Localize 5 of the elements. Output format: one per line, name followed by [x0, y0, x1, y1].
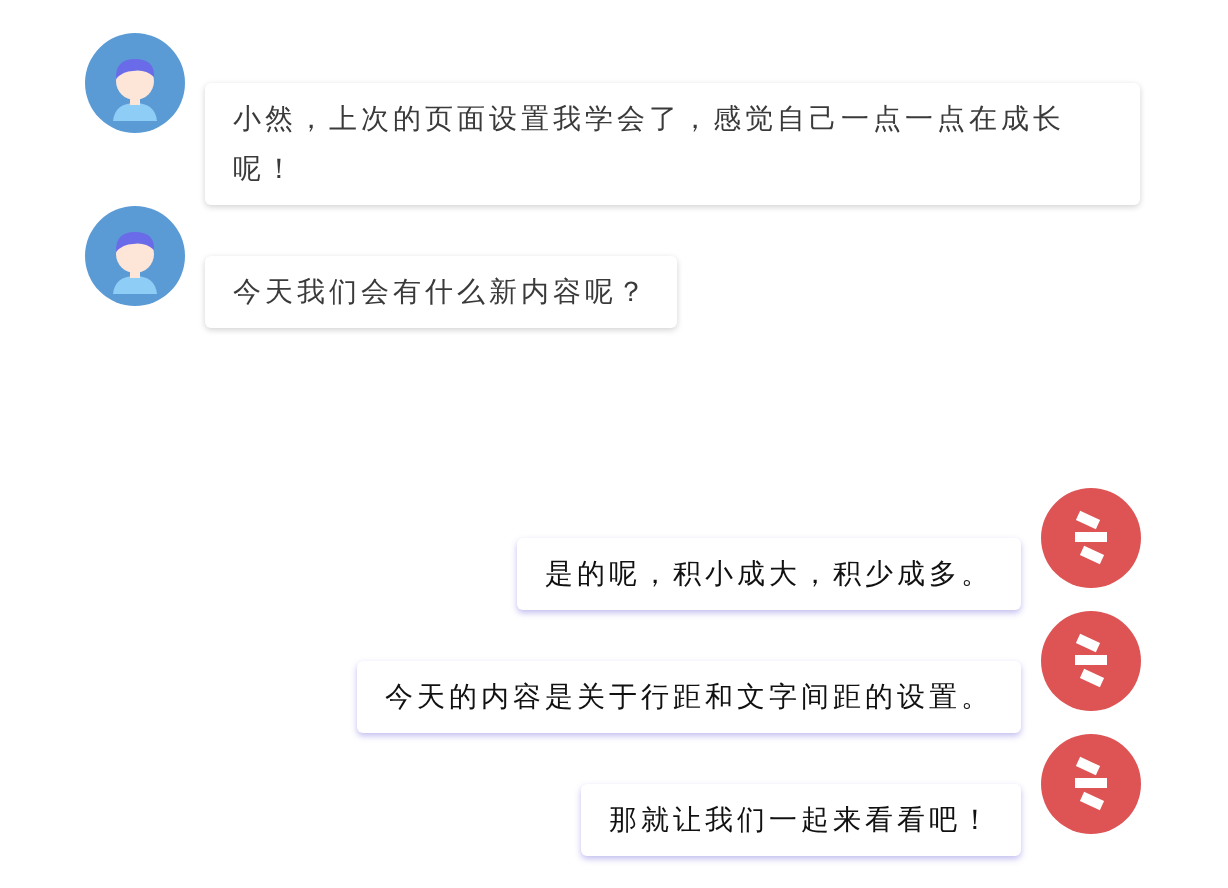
message-bubble: 今天我们会有什么新内容呢？	[205, 256, 677, 328]
message-bubble: 小然，上次的页面设置我学会了，感觉自己一点一点在成长呢！	[205, 83, 1140, 205]
message-bubble: 那就让我们一起来看看吧！	[581, 784, 1021, 856]
message-bubble: 是的呢，积小成大，积少成多。	[517, 538, 1021, 610]
message-bubble: 今天的内容是关于行距和文字间距的设置。	[357, 661, 1021, 733]
